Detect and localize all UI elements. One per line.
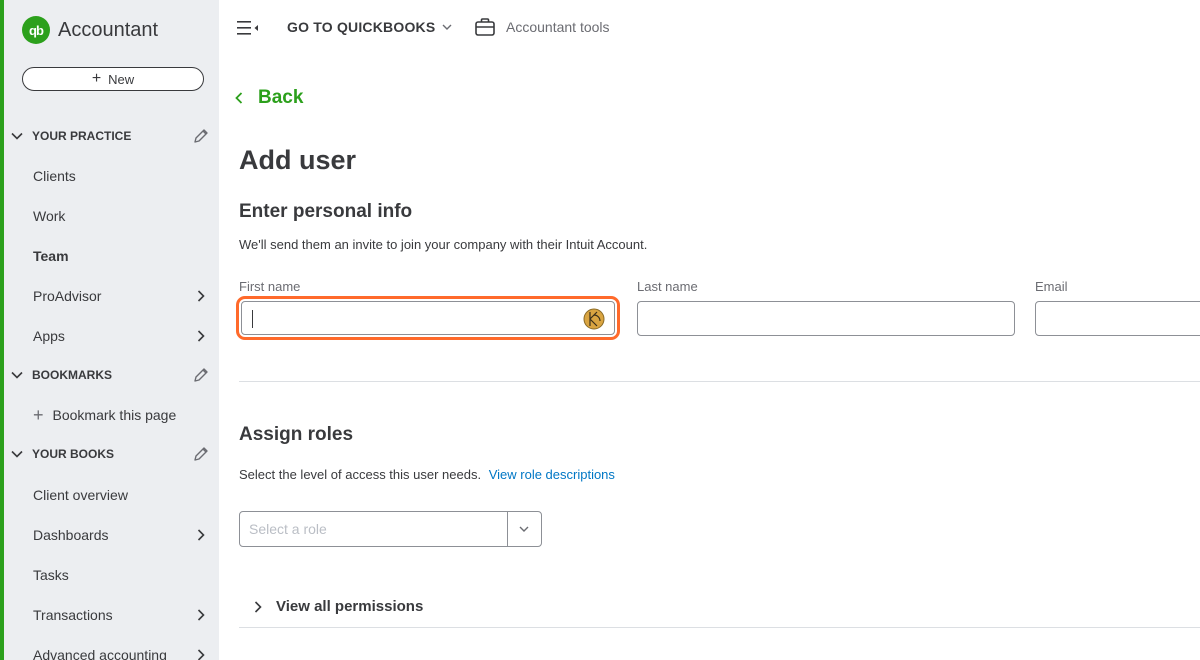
section-label: YOUR PRACTICE	[32, 129, 132, 143]
assign-roles-help-text: Select the level of access this user nee…	[239, 467, 482, 482]
chevron-right-icon	[197, 609, 205, 621]
first-name-label: First name	[239, 279, 301, 294]
sidebar: qb Accountant + New YOUR PRACTICE Client…	[0, 0, 219, 660]
email-label: Email	[1035, 279, 1068, 294]
chevron-down-icon	[11, 371, 23, 379]
section-label: BOOKMARKS	[32, 368, 112, 382]
section-divider	[239, 381, 1200, 382]
sidebar-item-label: Team	[33, 248, 69, 264]
password-manager-icon[interactable]	[583, 308, 605, 330]
section-divider	[239, 627, 1200, 628]
view-all-permissions-toggle[interactable]: View all permissions	[252, 598, 423, 615]
view-all-permissions-label: View all permissions	[276, 598, 424, 615]
chevron-right-icon	[197, 290, 205, 302]
section-your-books[interactable]: YOUR BOOKS	[10, 444, 210, 464]
chevron-right-icon	[197, 529, 205, 541]
sidebar-item-label: Bookmark this page	[52, 407, 177, 423]
last-name-input[interactable]	[637, 301, 1015, 336]
accountant-tools-button[interactable]: Accountant tools	[474, 16, 610, 38]
brand[interactable]: qb Accountant	[22, 16, 158, 44]
sidebar-item-proadvisor[interactable]: ProAdvisor	[4, 280, 219, 312]
chevron-right-icon	[197, 649, 205, 660]
sidebar-item-label: Client overview	[33, 487, 128, 503]
sidebar-item-label: Apps	[33, 328, 65, 344]
quickbooks-logo-icon: qb	[22, 16, 50, 44]
chevron-down-icon	[11, 450, 23, 458]
sidebar-item-transactions[interactable]: Transactions	[4, 599, 219, 631]
assign-roles-help: Select the level of access this user nee…	[239, 467, 615, 482]
sidebar-item-label: Work	[33, 208, 66, 224]
go-to-quickbooks-label: GO TO QUICKBOOKS	[287, 19, 436, 35]
pencil-icon[interactable]	[192, 127, 210, 145]
sidebar-item-label: ProAdvisor	[33, 288, 102, 304]
sidebar-item-client-overview[interactable]: Client overview	[4, 479, 219, 511]
view-role-descriptions-link[interactable]: View role descriptions	[489, 467, 615, 482]
email-input[interactable]	[1035, 301, 1200, 336]
sidebar-item-label: Clients	[33, 168, 76, 184]
bookmark-this-page[interactable]: + Bookmark this page	[4, 399, 219, 431]
brand-name: Accountant	[58, 18, 159, 41]
sidebar-item-label: Advanced accounting	[33, 647, 167, 660]
chevron-down-icon	[442, 24, 452, 30]
last-name-label: Last name	[637, 279, 698, 294]
role-select[interactable]: Select a role	[239, 511, 542, 547]
role-select-placeholder: Select a role	[249, 521, 327, 537]
new-button[interactable]: + New	[22, 67, 204, 91]
sidebar-item-clients[interactable]: Clients	[4, 160, 219, 192]
sidebar-item-label: Tasks	[33, 567, 69, 583]
briefcase-icon	[475, 18, 495, 36]
sidebar-item-label: Dashboards	[33, 527, 109, 543]
top-bar: GO TO QUICKBOOKS Accountant tools	[219, 0, 1200, 56]
new-button-label: New	[108, 71, 135, 87]
pencil-icon[interactable]	[192, 445, 210, 463]
assign-roles-heading: Assign roles	[239, 424, 354, 445]
first-name-input[interactable]	[241, 301, 615, 335]
go-to-quickbooks-dropdown[interactable]: GO TO QUICKBOOKS	[287, 19, 453, 35]
plus-icon: +	[33, 405, 44, 425]
sidebar-item-advanced-accounting[interactable]: Advanced accounting	[4, 639, 219, 660]
text-cursor	[252, 310, 253, 328]
sidebar-item-apps[interactable]: Apps	[4, 320, 219, 352]
accountant-tools-label: Accountant tools	[506, 19, 610, 35]
chevron-right-icon	[197, 330, 205, 342]
back-link[interactable]: Back	[232, 87, 303, 109]
section-your-practice[interactable]: YOUR PRACTICE	[10, 126, 210, 146]
pencil-icon[interactable]	[192, 366, 210, 384]
section-label: YOUR BOOKS	[32, 447, 115, 461]
sidebar-item-tasks[interactable]: Tasks	[4, 559, 219, 591]
chevron-down-icon	[11, 132, 23, 140]
personal-info-help: We'll send them an invite to join your c…	[239, 237, 648, 252]
back-label: Back	[258, 87, 304, 108]
app-root: qb Accountant + New YOUR PRACTICE Client…	[0, 0, 1200, 660]
role-select-separator	[507, 512, 508, 546]
first-name-highlight	[236, 296, 620, 340]
section-bookmarks[interactable]: BOOKMARKS	[10, 365, 210, 385]
page-title: Add user	[239, 145, 357, 175]
chevron-down-icon[interactable]	[518, 523, 530, 535]
personal-info-heading: Enter personal info	[239, 201, 413, 222]
sidebar-item-team[interactable]: Team	[4, 240, 219, 272]
sidebar-item-label: Transactions	[33, 607, 113, 623]
chevron-right-icon	[254, 600, 262, 613]
collapse-menu-icon[interactable]	[237, 18, 259, 38]
plus-icon: +	[91, 70, 102, 87]
chevron-left-icon	[235, 92, 243, 104]
sidebar-item-work[interactable]: Work	[4, 200, 219, 232]
sidebar-item-dashboards[interactable]: Dashboards	[4, 519, 219, 551]
